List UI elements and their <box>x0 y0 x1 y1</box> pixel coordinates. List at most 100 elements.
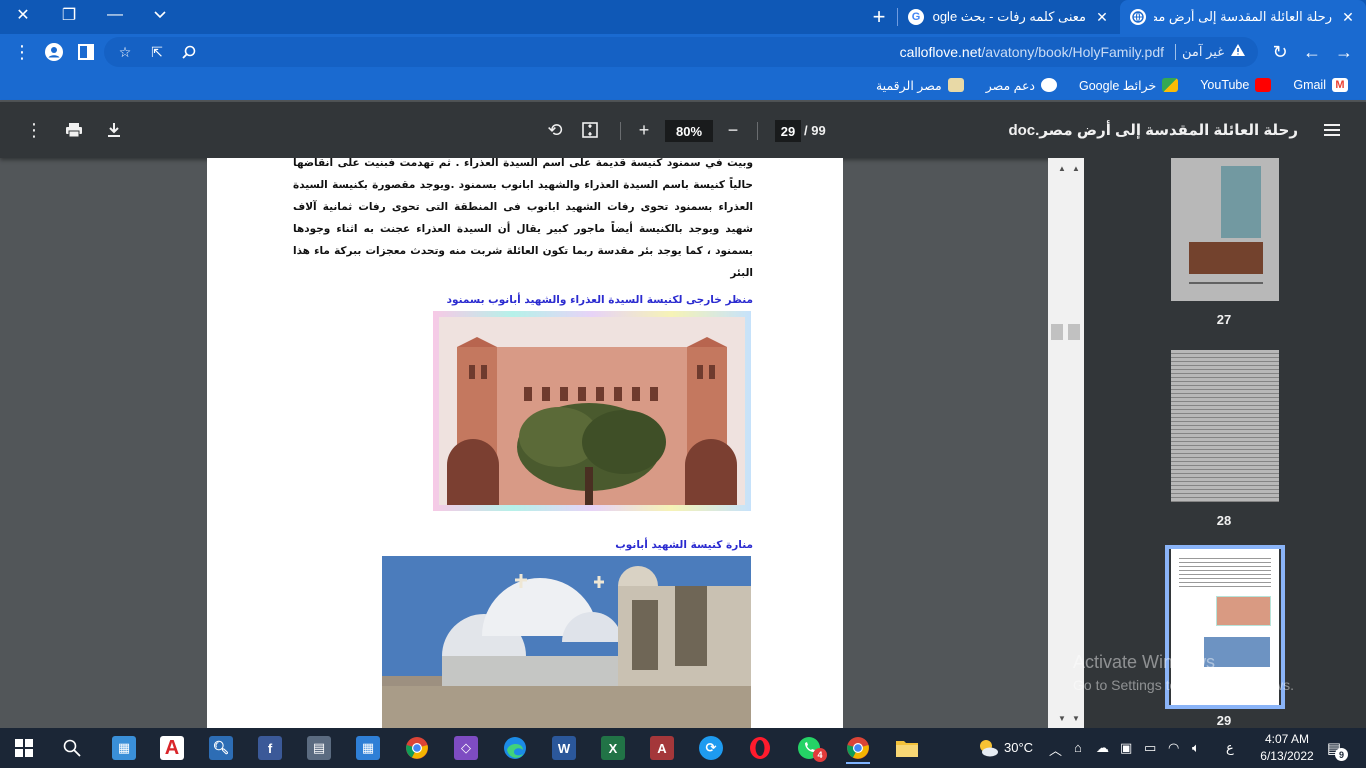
google-icon: G <box>908 9 924 25</box>
access-icon[interactable]: A <box>646 732 678 764</box>
folder-icon[interactable] <box>891 732 923 764</box>
scroll-thumb[interactable] <box>1068 324 1080 340</box>
wifi-icon[interactable]: ▣ <box>1120 740 1132 756</box>
chrome-icon[interactable] <box>842 732 874 764</box>
church-exterior-photo <box>433 311 751 511</box>
facebook-icon[interactable]: f <box>254 732 286 764</box>
chevron-up-icon[interactable]: ︿ <box>1049 740 1062 759</box>
tab-google-search[interactable]: G معنى كلمه رفات - بحث Google ✕ <box>898 0 1120 34</box>
calendar-icon[interactable]: ▦ <box>352 732 384 764</box>
clock[interactable]: 4:07 AM 6/13/2022 <box>1254 731 1320 765</box>
bookmark-youtube[interactable]: YouTube <box>1200 78 1272 92</box>
bookmark-digital-egypt[interactable]: مصر الرقمية <box>876 78 964 93</box>
close-icon[interactable]: ✕ <box>1340 9 1356 26</box>
reload-icon[interactable]: ↻ <box>1266 39 1294 65</box>
address-bar-row: ⋮ ☆ ⇱ calloflove.net/avatony/book/HolyFa… <box>0 34 1366 70</box>
page-total: / 99 <box>804 123 826 138</box>
bookmark-gmail[interactable]: M Gmail <box>1293 78 1348 92</box>
omnibox[interactable]: ☆ ⇱ calloflove.net/avatony/book/HolyFami… <box>104 37 1258 67</box>
divider <box>620 122 621 140</box>
excel-icon[interactable]: X <box>597 732 629 764</box>
thumbnail-page-28[interactable] <box>1171 350 1279 502</box>
pdf-page: وبيت في سمنود كنيسة قديمة على اسم السيدة… <box>207 158 843 728</box>
download-icon[interactable] <box>102 118 126 142</box>
scroll-down-arrow-icon[interactable]: ▼ <box>1068 710 1084 726</box>
zoom-icon[interactable] <box>178 41 200 63</box>
thumbnail-sidebar: 27 28 29 <box>1084 158 1366 728</box>
thumbnail-image <box>1216 596 1271 626</box>
more-menu-icon[interactable]: ⋮ <box>8 39 36 65</box>
insecure-indicator[interactable]: غير آمن <box>1175 43 1246 60</box>
weather-temperature[interactable]: 30°C <box>1004 740 1033 755</box>
forward-icon[interactable]: ← <box>1298 39 1326 65</box>
zoom-out-icon[interactable]: − <box>721 118 745 142</box>
acrobat-icon[interactable]: A <box>156 732 188 764</box>
back-icon[interactable]: → <box>1330 39 1358 65</box>
control-panel-icon[interactable]: ▦ <box>108 732 140 764</box>
battery-icon[interactable]: ▭ <box>1144 740 1156 756</box>
star-icon[interactable]: ☆ <box>114 41 136 63</box>
photo-caption: منظر خارجى لكنيسة السيدة العذراء والشهيد… <box>446 294 753 306</box>
opera-icon[interactable] <box>744 732 776 764</box>
active-app-indicator <box>846 762 870 764</box>
thumbnail-text-block <box>1179 555 1271 589</box>
document-title: رحلة العائلة المقدسة إلى أرض مصر.doc <box>1008 122 1298 139</box>
zoom-level[interactable]: 80% <box>665 120 713 142</box>
windows-icon[interactable] <box>8 732 40 764</box>
search-icon[interactable] <box>56 732 88 764</box>
page-number-input[interactable]: 29 <box>775 120 801 142</box>
whatsapp-icon[interactable]: 4 <box>793 732 827 764</box>
visual-studio-icon[interactable]: ◇ <box>450 732 482 764</box>
digital-egypt-icon <box>947 78 964 92</box>
thumbnail-page-27[interactable] <box>1171 158 1279 301</box>
bookmarks-bar: M Gmail YouTube خرائط Google دعم مصر مصر… <box>0 70 1366 100</box>
cloud-icon[interactable]: ☁ <box>1096 740 1109 756</box>
share-icon[interactable]: ⇱ <box>146 41 168 63</box>
usb-icon[interactable]: ⌂ <box>1074 740 1082 755</box>
bookmark-label: خرائط Google <box>1078 78 1157 93</box>
sync-icon[interactable]: ⟳ <box>695 732 727 764</box>
scroll-up-arrow-icon[interactable]: ▲ <box>1068 160 1084 176</box>
fit-page-icon[interactable] <box>578 118 602 142</box>
warning-icon <box>1230 43 1246 60</box>
menu-icon[interactable] <box>1320 118 1344 142</box>
thumbnail-page-number: 29 <box>1216 713 1232 728</box>
chrome-icon[interactable] <box>401 732 433 764</box>
maps-icon <box>1162 78 1179 92</box>
side-panel-icon[interactable] <box>72 39 100 65</box>
taskbar: ▦ A 🔍︎ f ▤ ▦ ◇ W X A ⟳ 4 30°C ︿ ⌂ ☁ ▣ ▭ … <box>0 728 1366 768</box>
input-language[interactable]: ع <box>1226 740 1234 756</box>
close-icon[interactable]: ✕ <box>1094 9 1110 26</box>
clock-date: 6/13/2022 <box>1260 749 1314 763</box>
url-path: /avatony/book/HolyFamily.pdf <box>981 44 1164 60</box>
page-paragraph: وبيت في سمنود كنيسة قديمة على اسم السيدة… <box>293 158 753 279</box>
magnifier-icon[interactable]: 🔍︎ <box>205 732 237 764</box>
rotate-icon[interactable]: ⟲ <box>543 118 567 142</box>
zoom-in-icon[interactable]: + <box>632 118 656 142</box>
edge-icon[interactable] <box>499 732 531 764</box>
scroll-thumb[interactable] <box>1051 324 1063 340</box>
minimize-window-button[interactable]: — <box>92 0 138 30</box>
profile-icon[interactable] <box>40 39 68 65</box>
word-icon[interactable]: W <box>548 732 580 764</box>
notification-center-icon[interactable]: ▤ 9 <box>1322 736 1348 761</box>
weather-icon[interactable] <box>972 732 1004 764</box>
tab-search-chevron-icon[interactable] <box>140 0 180 30</box>
gmail-icon: M <box>1332 78 1348 92</box>
page-scrollbar[interactable]: ▲ ▼ ▲ ▼ <box>1048 158 1084 728</box>
tab-holy-family[interactable]: رحلة العائلة المقدسة إلى أرض مصر ✕ <box>1120 0 1366 34</box>
more-actions-icon[interactable]: ⋮ <box>22 118 46 142</box>
close-window-button[interactable]: ✕ <box>0 0 46 30</box>
bookmark-support-egypt[interactable]: دعم مصر <box>986 78 1057 93</box>
church-domes-photo <box>382 556 751 728</box>
calculator-icon[interactable]: ▤ <box>303 732 335 764</box>
divider <box>1175 43 1177 60</box>
print-icon[interactable] <box>62 118 86 142</box>
restore-window-button[interactable]: ❐ <box>46 0 92 30</box>
tab-title: رحلة العائلة المقدسة إلى أرض مصر <box>1154 9 1332 24</box>
volume-icon[interactable]: 🔈︎ <box>1192 740 1200 756</box>
thumbnail-image <box>1221 166 1261 238</box>
network-icon[interactable]: ◠ <box>1168 740 1179 756</box>
bookmark-google-maps[interactable]: خرائط Google <box>1078 78 1179 93</box>
new-tab-button[interactable]: + <box>861 0 897 34</box>
